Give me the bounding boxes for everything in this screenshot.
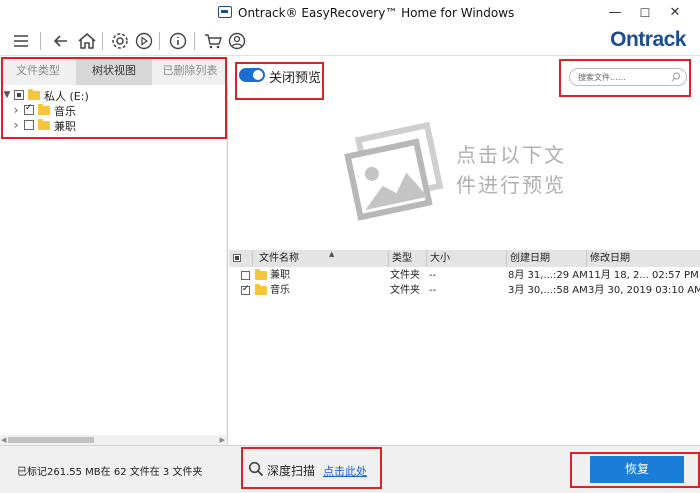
table-row[interactable]: ✓ 音乐 文件夹 -- 3月 30,...:58 AM 3月 30, 2019 … bbox=[229, 283, 700, 298]
toolbar-divider bbox=[102, 32, 103, 50]
scroll-left-icon[interactable]: ◀ bbox=[1, 435, 6, 445]
row-created: 8月 31,...:29 AM bbox=[508, 270, 587, 281]
folder-icon bbox=[28, 89, 40, 100]
image-placeholder-icon bbox=[344, 121, 444, 221]
status-bar: 已标记261.55 MB在 62 文件在 3 文件夹 深度扫描 点击此处 恢复 bbox=[0, 445, 700, 493]
file-list-header: 文件名称 ▲ 类型 大小 创建日期 修改日期 bbox=[229, 250, 700, 267]
user-icon[interactable] bbox=[226, 30, 248, 52]
preview-message-line: 点击以下文 bbox=[456, 143, 566, 167]
title-bar: Ontrack® EasyRecovery™ Home for Windows … bbox=[0, 0, 700, 26]
row-type: 文件夹 bbox=[390, 270, 420, 281]
column-header-type[interactable]: 类型 bbox=[389, 250, 427, 267]
scrollbar-thumb[interactable] bbox=[8, 437, 94, 443]
tree-item-label: 私人 (E:) bbox=[44, 90, 89, 103]
folder-icon bbox=[38, 119, 50, 130]
expand-icon[interactable]: ▼ bbox=[3, 88, 11, 102]
search-icon[interactable] bbox=[671, 72, 681, 82]
tree-item-label: 兼职 bbox=[54, 120, 76, 133]
scroll-right-icon[interactable]: ▶ bbox=[220, 435, 225, 445]
column-header-label: 文件名称 bbox=[259, 253, 299, 264]
folder-tree: ▼ 私人 (E:) › 音乐 › 兼职 bbox=[0, 85, 226, 445]
search-input[interactable] bbox=[578, 71, 668, 84]
row-checkbox[interactable]: ✓ bbox=[241, 283, 253, 298]
view-tabs: 文件类型 树状视图 已删除列表 bbox=[0, 57, 228, 85]
settings-icon[interactable] bbox=[109, 30, 131, 52]
ontrack-logo: Ontrack bbox=[610, 28, 686, 51]
expand-icon[interactable]: › bbox=[12, 118, 20, 132]
tab-file-type[interactable]: 文件类型 bbox=[0, 57, 76, 85]
column-header-created[interactable]: 创建日期 bbox=[507, 250, 587, 267]
tree-checkbox[interactable] bbox=[24, 103, 34, 115]
column-header-modified[interactable]: 修改日期 bbox=[587, 250, 700, 267]
folder-icon bbox=[38, 104, 50, 115]
left-panel: 文件类型 树状视图 已删除列表 ▼ 私人 (E:) › 音乐 › 兼职 bbox=[0, 57, 228, 445]
row-created: 3月 30,...:58 AM bbox=[508, 285, 587, 296]
preview-toggle[interactable] bbox=[239, 68, 265, 82]
info-icon[interactable] bbox=[167, 30, 189, 52]
row-size: -- bbox=[429, 270, 437, 281]
tree-checkbox[interactable] bbox=[24, 120, 34, 130]
close-button[interactable]: ✕ bbox=[664, 4, 686, 22]
toolbar: Ontrack bbox=[0, 26, 700, 56]
back-icon[interactable] bbox=[50, 30, 72, 52]
toolbar-divider bbox=[194, 32, 195, 50]
tab-deleted-list[interactable]: 已删除列表 bbox=[152, 57, 228, 85]
app-icon bbox=[218, 6, 232, 18]
preview-toggle-label: 关闭预览 bbox=[269, 71, 322, 86]
row-name: 音乐 bbox=[270, 285, 290, 296]
minimize-button[interactable]: — bbox=[604, 4, 626, 22]
row-size: -- bbox=[429, 285, 437, 296]
tab-tree-view[interactable]: 树状视图 bbox=[76, 57, 152, 85]
toolbar-divider bbox=[159, 32, 160, 50]
tree-item-music[interactable]: › 音乐 bbox=[0, 103, 220, 118]
deep-scan-link[interactable]: 点击此处 bbox=[323, 463, 367, 479]
tree-item-label: 音乐 bbox=[54, 105, 76, 118]
preview-message-line: 件进行预览 bbox=[456, 173, 566, 197]
file-list: 文件名称 ▲ 类型 大小 创建日期 修改日期 兼职 文件夹 -- 8月 31,.… bbox=[229, 250, 700, 445]
preview-pane: 关闭预览 点击以下文 件进行预览 bbox=[229, 57, 700, 250]
header-select-all[interactable] bbox=[229, 250, 253, 267]
row-modified: 11月 18, 2... 02:57 PM bbox=[588, 270, 699, 281]
window-title: Ontrack® EasyRecovery™ Home for Windows bbox=[238, 6, 515, 20]
tree-checkbox[interactable] bbox=[14, 90, 24, 100]
play-icon[interactable] bbox=[133, 30, 155, 52]
restore-button[interactable]: 恢复 bbox=[590, 456, 684, 483]
toolbar-divider bbox=[40, 32, 41, 50]
preview-message: 点击以下文 件进行预览 bbox=[456, 140, 596, 200]
maximize-button[interactable]: ☐ bbox=[634, 4, 656, 22]
deep-scan-label: 深度扫描 bbox=[267, 464, 316, 478]
search-box[interactable] bbox=[569, 68, 687, 86]
magnifier-icon[interactable] bbox=[248, 461, 264, 477]
row-type: 文件夹 bbox=[390, 285, 420, 296]
cart-icon[interactable] bbox=[202, 30, 224, 52]
selection-summary: 已标记261.55 MB在 62 文件在 3 文件夹 bbox=[17, 467, 203, 478]
home-icon[interactable] bbox=[76, 30, 98, 52]
tree-item-parttime[interactable]: › 兼职 bbox=[0, 118, 220, 133]
tree-item-drive-e[interactable]: ▼ 私人 (E:) bbox=[0, 88, 220, 103]
menu-icon[interactable] bbox=[10, 30, 32, 52]
column-header-name[interactable]: 文件名称 ▲ bbox=[253, 250, 389, 267]
row-checkbox[interactable] bbox=[241, 268, 253, 283]
sort-ascending-icon: ▲ bbox=[329, 250, 335, 258]
table-row[interactable]: 兼职 文件夹 -- 8月 31,...:29 AM 11月 18, 2... 0… bbox=[229, 268, 700, 283]
expand-icon[interactable]: › bbox=[12, 103, 20, 117]
horizontal-scrollbar[interactable]: ◀ ▶ bbox=[0, 435, 226, 445]
app-window: Ontrack® EasyRecovery™ Home for Windows … bbox=[0, 0, 700, 493]
row-name: 兼职 bbox=[270, 270, 290, 281]
row-modified: 3月 30, 2019 03:10 AM bbox=[588, 285, 700, 296]
column-header-size[interactable]: 大小 bbox=[427, 250, 507, 267]
